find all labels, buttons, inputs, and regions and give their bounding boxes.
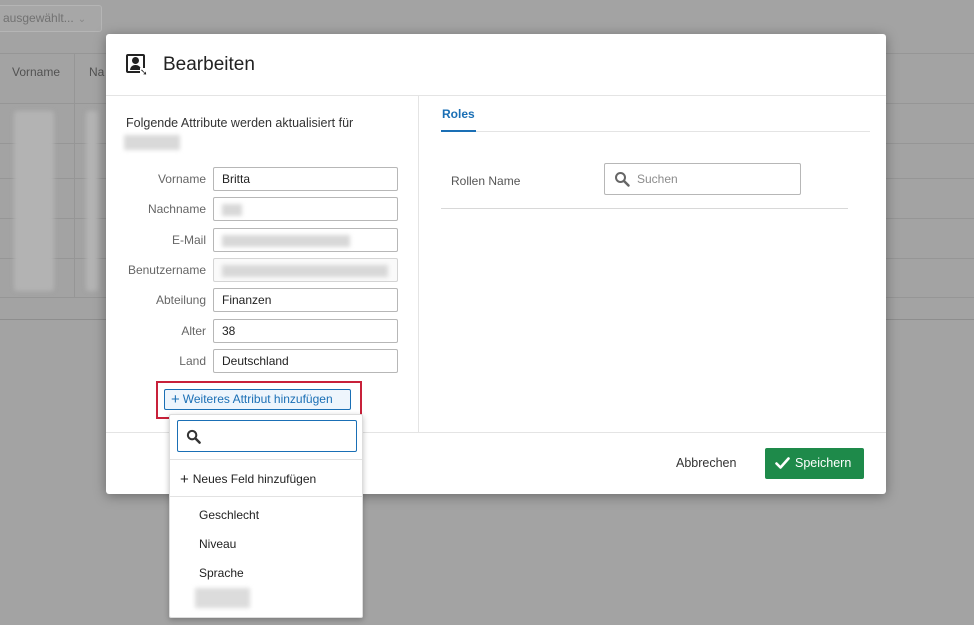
cancel-button[interactable]: Abbrechen xyxy=(676,456,736,470)
role-search-input[interactable] xyxy=(637,170,787,188)
tab-roles[interactable]: Roles xyxy=(441,96,476,132)
option-niveau[interactable]: Niveau xyxy=(199,537,236,551)
tab-bar: Roles xyxy=(441,96,870,132)
field-label: E-Mail xyxy=(171,233,206,247)
field-label: Land xyxy=(179,354,206,368)
redacted-user-name xyxy=(124,135,180,150)
field-row-abteilung: Abteilung Finanzen xyxy=(106,288,419,312)
dropdown-divider xyxy=(170,459,362,460)
attribute-dropdown: + Neues Feld hinzufügen Geschlecht Niveau… xyxy=(169,414,363,618)
field-label: Benutzername xyxy=(127,263,206,277)
dropdown-search-box xyxy=(177,420,357,452)
redacted-cells xyxy=(86,111,98,291)
redacted-value xyxy=(222,203,242,216)
chevron-down-icon: ⌄ xyxy=(77,14,87,25)
field-label: Alter xyxy=(181,324,206,338)
attributes-intro: Folgende Attribute werden aktualisiert f… xyxy=(126,116,354,130)
dialog-title: Bearbeiten xyxy=(163,54,255,75)
checkmark-icon xyxy=(775,450,790,481)
field-row-nachname: Nachname xyxy=(106,197,419,221)
option-sprache[interactable]: Sprache xyxy=(199,566,244,580)
role-search-box xyxy=(604,163,801,195)
field-row-benutzername: Benutzername xyxy=(106,258,419,282)
field-label: Vorname xyxy=(157,172,206,186)
benutzername-field[interactable] xyxy=(213,258,398,282)
column-header-vorname[interactable]: Vorname xyxy=(12,65,60,79)
search-icon xyxy=(614,171,630,190)
column-divider xyxy=(74,53,75,298)
dialog-header: ➘ Bearbeiten xyxy=(106,34,886,96)
vorname-field[interactable]: Britta xyxy=(213,167,398,191)
redacted-option[interactable] xyxy=(195,588,250,608)
field-label: Nachname xyxy=(147,202,206,216)
option-geschlecht[interactable]: Geschlecht xyxy=(199,508,259,522)
add-attribute-button[interactable]: + Weiteres Attribut hinzufügen xyxy=(164,389,351,410)
background-select-text: ausgewählt... xyxy=(3,11,74,25)
email-field[interactable] xyxy=(213,228,398,252)
roles-panel: Roles Rollen Name xyxy=(420,96,886,432)
background-select[interactable]: ausgewählt... ⌄ xyxy=(0,5,102,32)
field-label: Abteilung xyxy=(155,293,206,307)
new-field-button[interactable]: + Neues Feld hinzufügen xyxy=(180,471,316,488)
new-field-label: Neues Feld hinzufügen xyxy=(192,472,317,486)
field-row-alter: Alter 38 xyxy=(106,319,419,343)
alter-field[interactable]: 38 xyxy=(213,319,398,343)
roles-divider xyxy=(441,208,848,209)
land-field[interactable]: Deutschland xyxy=(213,349,398,373)
role-name-label: Rollen Name xyxy=(451,174,521,188)
field-row-email: E-Mail xyxy=(106,228,419,252)
save-button[interactable]: Speichern xyxy=(765,448,864,479)
nachname-field[interactable] xyxy=(213,197,398,221)
save-label: Speichern xyxy=(795,456,852,470)
redacted-value xyxy=(222,264,388,277)
plus-icon: + xyxy=(171,391,180,408)
column-header-nachname[interactable]: Na xyxy=(89,65,104,79)
field-row-land: Land Deutschland xyxy=(106,349,419,373)
redacted-cells xyxy=(14,111,54,291)
attributes-panel: Folgende Attribute werden aktualisiert f… xyxy=(106,96,419,432)
abteilung-field[interactable]: Finanzen xyxy=(213,288,398,312)
dropdown-divider xyxy=(170,496,362,497)
dropdown-search-input[interactable] xyxy=(206,427,351,445)
redacted-value xyxy=(222,234,350,247)
plus-icon: + xyxy=(180,471,189,488)
edit-user-icon: ➘ xyxy=(126,54,148,77)
search-icon xyxy=(186,429,201,447)
add-attribute-label: Weiteres Attribut hinzufügen xyxy=(182,392,333,406)
field-row-vorname: Vorname Britta xyxy=(106,167,419,191)
